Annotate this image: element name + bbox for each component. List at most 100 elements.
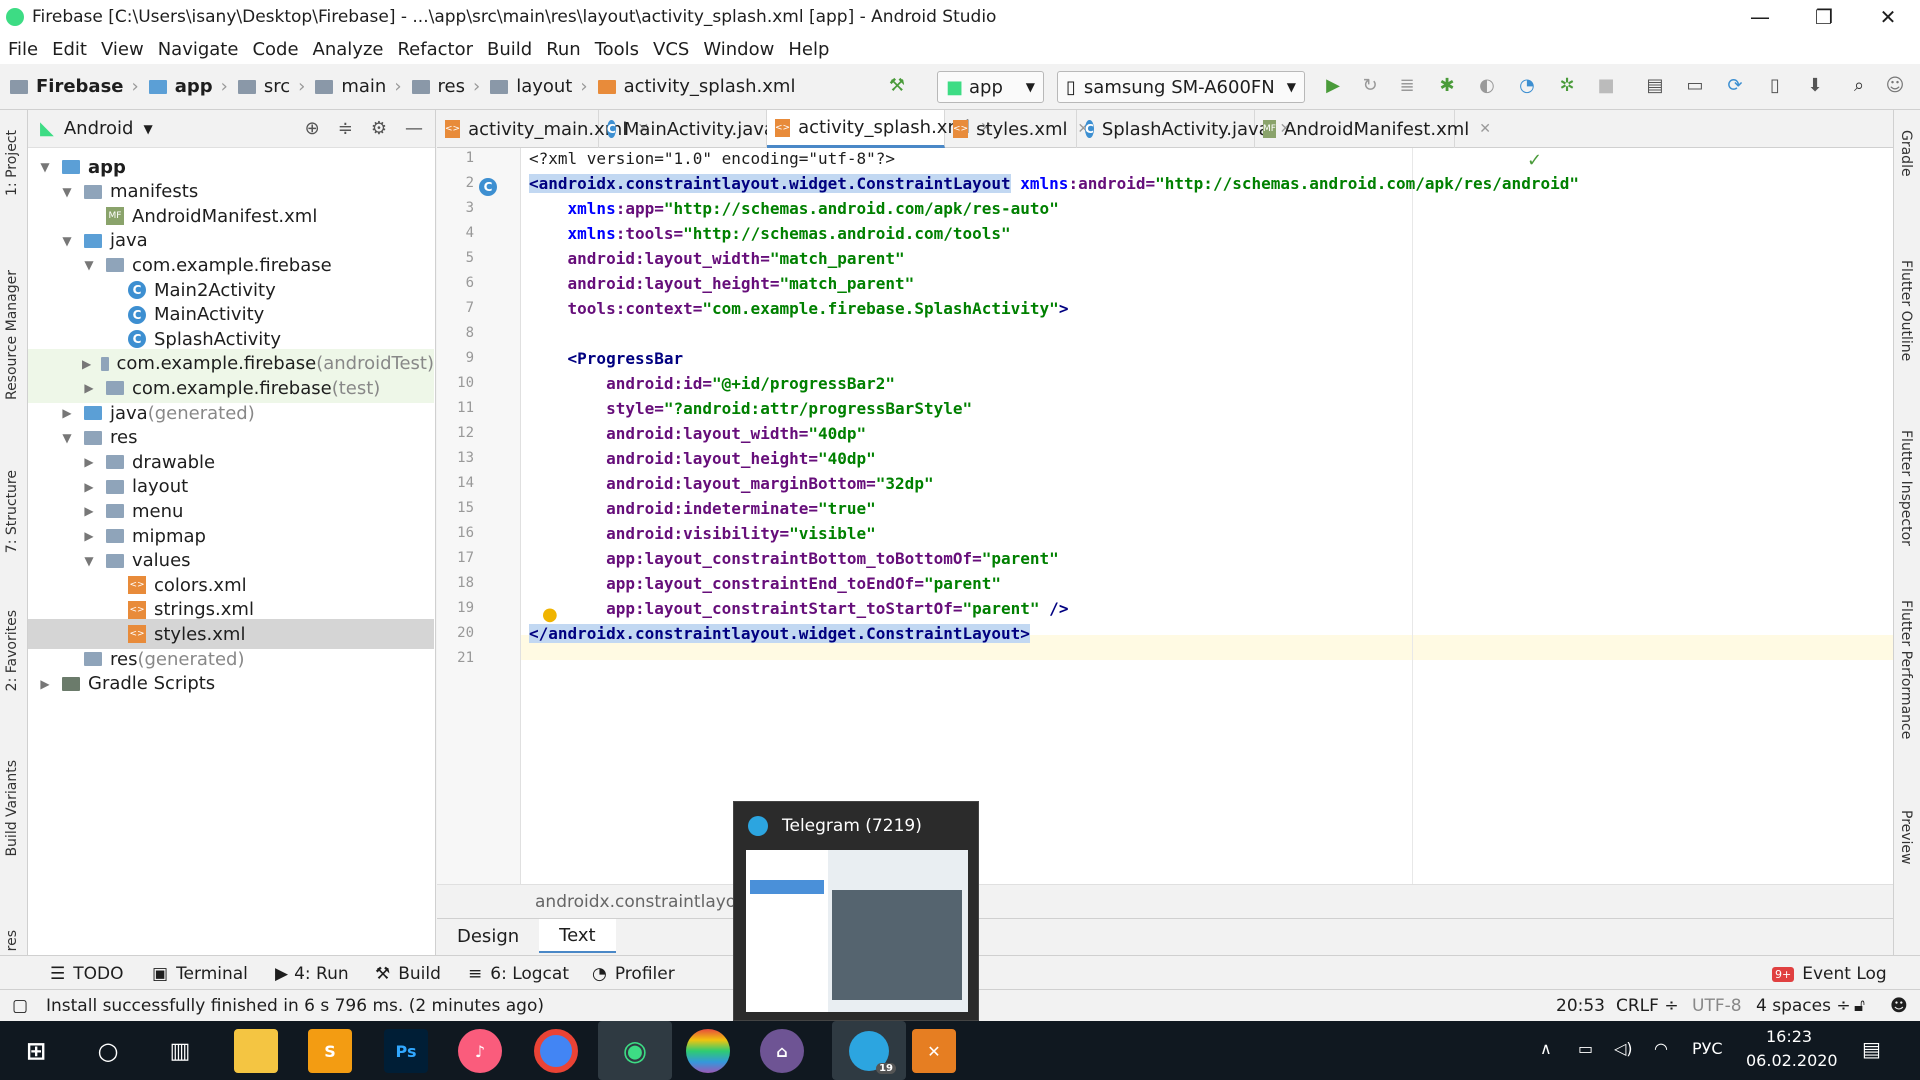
- tool-logcat[interactable]: ≡ 6: Logcat: [468, 964, 569, 984]
- app-icon[interactable]: ✕: [912, 1029, 956, 1073]
- run-icon[interactable]: ▶: [1322, 74, 1344, 96]
- menu-code[interactable]: Code: [252, 39, 298, 60]
- clock-time[interactable]: 16:23: [1766, 1027, 1812, 1046]
- expanded-arrow-icon[interactable]: ▼: [60, 234, 74, 248]
- close-button[interactable]: ✕: [1856, 0, 1920, 34]
- code-editor[interactable]: 1 2 3 4 5 6 7 8 9 10 11 12 13 14 15 16 17 18 19 20 21 ✓ <?xm…: [437, 148, 1893, 884]
- hide-icon[interactable]: —: [405, 118, 423, 139]
- account-icon[interactable]: ☺: [1884, 74, 1906, 96]
- breadcrumb-module[interactable]: app ›: [148, 76, 228, 97]
- chevron-down-icon[interactable]: ▼: [143, 122, 152, 136]
- tab-project[interactable]: 1: Project: [4, 130, 20, 196]
- volume-icon[interactable]: ◁): [1614, 1039, 1633, 1058]
- breadcrumb-project[interactable]: Firebase ›: [10, 76, 139, 97]
- lock-icon[interactable]: 🔓︎: [1854, 996, 1865, 1016]
- android-studio-taskbar-item[interactable]: ◉: [598, 1021, 672, 1080]
- tool-event-log[interactable]: 9+ Event Log: [1772, 964, 1887, 984]
- tab-mainactivity-java[interactable]: CMainActivity.java✕: [599, 110, 797, 148]
- menu-analyze[interactable]: Analyze: [313, 39, 384, 60]
- menu-run[interactable]: Run: [546, 39, 581, 60]
- debug-icon[interactable]: ✱: [1436, 74, 1458, 96]
- stop-icon[interactable]: ■: [1595, 74, 1617, 96]
- expanded-arrow-icon[interactable]: ▼: [38, 160, 52, 174]
- github-desktop-icon[interactable]: ⌂: [760, 1029, 804, 1073]
- tool-profiler[interactable]: ◔ Profiler: [592, 964, 675, 984]
- device-manager-icon[interactable]: ▯: [1764, 74, 1786, 96]
- close-tab-icon[interactable]: ✕: [1479, 121, 1491, 137]
- chevron-up-icon[interactable]: ∧: [1540, 1039, 1552, 1058]
- collapsed-arrow-icon[interactable]: ▶: [82, 357, 91, 371]
- expanded-arrow-icon[interactable]: ▼: [82, 554, 96, 568]
- menu-file[interactable]: File: [8, 39, 38, 60]
- collapsed-arrow-icon[interactable]: ▶: [82, 529, 96, 543]
- inspector-icon[interactable]: ☻: [1890, 996, 1908, 1016]
- menu-view[interactable]: View: [101, 39, 144, 60]
- windows-start-icon[interactable]: ⊞: [14, 1029, 58, 1073]
- menu-refactor[interactable]: Refactor: [397, 39, 473, 60]
- sync-gradle-icon[interactable]: ⟳: [1724, 74, 1746, 96]
- class-gutter-icon[interactable]: C: [479, 178, 497, 196]
- apply-code-changes-icon[interactable]: ≣: [1396, 74, 1418, 96]
- breadcrumb-layout[interactable]: layout ›: [490, 76, 588, 97]
- tab-activity-splash-xml[interactable]: <> activity_splash.xml ✕: [767, 110, 992, 148]
- line-separator[interactable]: CRLF ÷: [1616, 996, 1679, 1016]
- file-explorer-icon[interactable]: [234, 1029, 278, 1073]
- tab-flutter-inspector[interactable]: Flutter Inspector: [1898, 430, 1914, 546]
- menu-tools[interactable]: Tools: [595, 39, 639, 60]
- menu-window[interactable]: Window: [703, 39, 774, 60]
- breadcrumb-res[interactable]: res ›: [411, 76, 480, 97]
- tab-res[interactable]: res: [4, 930, 20, 951]
- tab-flutter-outline[interactable]: Flutter Outline: [1898, 260, 1914, 361]
- collapsed-arrow-icon[interactable]: ▶: [60, 406, 74, 420]
- locate-icon[interactable]: ⊕: [305, 118, 320, 139]
- tab-design[interactable]: Design: [437, 919, 539, 953]
- collapsed-arrow-icon[interactable]: ▶: [82, 480, 96, 494]
- toggle-tool-windows-icon[interactable]: ▢: [12, 996, 28, 1016]
- collapsed-arrow-icon[interactable]: ▶: [82, 381, 96, 395]
- breadcrumb-file[interactable]: activity_splash.xml: [597, 76, 795, 97]
- gear-icon[interactable]: ⚙: [371, 118, 387, 139]
- tab-gradle[interactable]: Gradle: [1898, 130, 1914, 177]
- menu-navigate[interactable]: Navigate: [158, 39, 239, 60]
- collapsed-arrow-icon[interactable]: ▶: [82, 504, 96, 518]
- maximize-button[interactable]: ❐: [1792, 0, 1856, 34]
- breadcrumb-main[interactable]: main ›: [315, 76, 402, 97]
- battery-icon[interactable]: ▭: [1578, 1039, 1593, 1058]
- telegram-taskbar-item[interactable]: 19: [832, 1021, 906, 1080]
- tool-build[interactable]: ⚒ Build: [375, 964, 441, 984]
- menu-help[interactable]: Help: [788, 39, 829, 60]
- project-structure-icon[interactable]: ▤: [1644, 74, 1666, 96]
- search-icon[interactable]: ⌕: [1848, 74, 1870, 96]
- sdk-manager-icon[interactable]: ⬇: [1804, 74, 1826, 96]
- avd-manager-icon[interactable]: ▭: [1684, 74, 1706, 96]
- run-configuration-dropdown[interactable]: ■ app ▼: [937, 71, 1044, 103]
- input-language[interactable]: РУС: [1692, 1039, 1723, 1058]
- tab-flutter-performance[interactable]: Flutter Performance: [1898, 600, 1914, 739]
- notifications-icon[interactable]: ▤: [1862, 1037, 1881, 1061]
- itunes-icon[interactable]: ♪: [458, 1029, 502, 1073]
- indent-setting[interactable]: 4 spaces ÷: [1756, 996, 1851, 1016]
- expanded-arrow-icon[interactable]: ▼: [60, 431, 74, 445]
- tool-terminal[interactable]: ▣ Terminal: [152, 964, 248, 984]
- menu-build[interactable]: Build: [487, 39, 532, 60]
- apply-changes-icon[interactable]: ↻: [1359, 74, 1381, 96]
- tab-activity-main-xml[interactable]: <> activity_main.xml ✕: [437, 110, 649, 148]
- make-project-hammer-icon[interactable]: ⚒: [886, 74, 908, 96]
- expanded-arrow-icon[interactable]: ▼: [82, 258, 96, 272]
- minimize-button[interactable]: —: [1728, 0, 1792, 34]
- tool-todo[interactable]: ☰ TODO: [50, 964, 124, 984]
- sublime-text-icon[interactable]: S: [308, 1029, 352, 1073]
- file-encoding[interactable]: UTF-8: [1692, 996, 1742, 1016]
- telegram-preview-popup[interactable]: Telegram (7219): [733, 801, 979, 1021]
- tab-favorites[interactable]: 2: Favorites: [4, 610, 20, 691]
- tab-preview[interactable]: Preview: [1898, 810, 1914, 865]
- tab-build-variants[interactable]: Build Variants: [4, 760, 20, 857]
- collapsed-arrow-icon[interactable]: ▶: [82, 455, 96, 469]
- tab-androidmanifest-xml[interactable]: MF AndroidManifest.xml ✕: [1255, 110, 1491, 148]
- clock-date[interactable]: 06.02.2020: [1746, 1051, 1838, 1070]
- tab-splashactivity-java[interactable]: C SplashActivity.java ✕: [1077, 110, 1291, 148]
- caret-position[interactable]: 20:53: [1556, 996, 1605, 1016]
- tab-structure[interactable]: 7: Structure: [4, 470, 20, 553]
- chrome-icon[interactable]: [534, 1029, 578, 1073]
- status-message[interactable]: Install successfully finished in 6 s 796…: [46, 996, 544, 1016]
